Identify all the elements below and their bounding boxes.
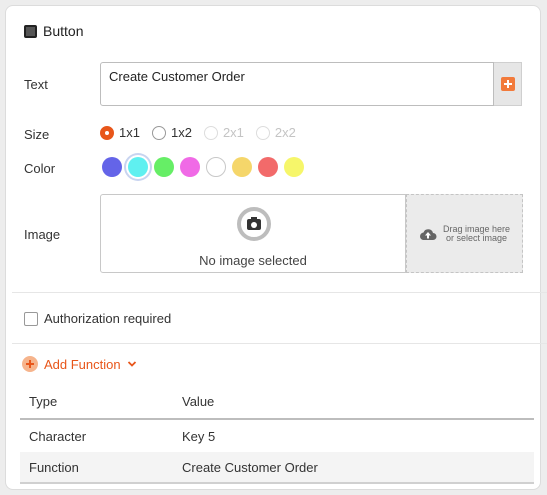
authorization-checkbox[interactable]: Authorization required: [24, 311, 171, 326]
color-swatch[interactable]: [102, 157, 122, 177]
size-option-1x1[interactable]: 1x1: [100, 125, 140, 140]
add-function-button[interactable]: Add Function: [22, 356, 137, 372]
image-label: Image: [24, 227, 61, 242]
text-label: Text: [24, 77, 48, 92]
radio-circle: [203, 125, 218, 140]
image-preview[interactable]: No image selected: [100, 194, 406, 273]
color-swatch[interactable]: [284, 157, 304, 177]
size-option-label: 1x2: [170, 125, 192, 140]
color-swatch[interactable]: [232, 157, 252, 177]
no-image-text: No image selected: [199, 253, 307, 268]
drop-zone-text: Drag image here or select image: [442, 223, 511, 243]
button-settings-panel: Button Text Create Customer Order Size 1…: [5, 5, 547, 490]
table-cell-type: Function: [29, 459, 79, 475]
function-table: Type Value Character Key 5 Function Crea…: [20, 385, 534, 484]
table-cell-value: Key 5: [182, 428, 216, 444]
size-option-label: 2x2: [274, 125, 296, 140]
table-header-row: Type Value: [20, 385, 534, 420]
table-cell-value: Create Customer Order: [182, 459, 318, 475]
text-field-value: Create Customer Order: [109, 69, 245, 84]
section-divider: [12, 292, 547, 293]
add-function-label: Add Function: [44, 356, 121, 372]
size-radio-group: 1x1 1x2 2x1 2x2: [100, 125, 296, 140]
size-option-2x1: 2x1: [203, 125, 244, 140]
table-row[interactable]: Character Key 5: [20, 420, 534, 452]
camera-icon: [237, 207, 271, 241]
size-label: Size: [24, 127, 50, 142]
column-header-value: Value: [182, 394, 215, 409]
add-circle-icon: [22, 356, 38, 372]
checkbox-box: [24, 311, 38, 326]
section-divider: [12, 343, 547, 344]
radio-circle: [151, 125, 166, 140]
cloud-upload-icon: [419, 228, 437, 240]
radio-circle: [255, 125, 270, 140]
color-swatch[interactable]: [180, 157, 200, 177]
radio-circle: [100, 125, 114, 140]
panel-title: Button: [43, 23, 84, 39]
table-cell-type: Character: [29, 428, 87, 444]
size-option-1x2[interactable]: 1x2: [151, 125, 192, 140]
table-row[interactable]: Function Create Customer Order: [20, 452, 534, 484]
authorization-label: Authorization required: [44, 311, 172, 326]
color-swatch[interactable]: [206, 157, 226, 177]
panel-header: Button: [24, 22, 83, 40]
size-option-label: 2x1: [222, 125, 244, 140]
button-icon: [24, 24, 37, 38]
color-swatch[interactable]: [258, 157, 278, 177]
color-swatch[interactable]: [154, 157, 174, 177]
insert-placeholder-button[interactable]: [494, 62, 522, 106]
color-swatch[interactable]: [128, 157, 148, 177]
size-option-2x2: 2x2: [255, 125, 296, 140]
image-drop-zone[interactable]: Drag image here or select image: [406, 194, 523, 273]
color-picker: [102, 157, 304, 177]
column-header-type: Type: [29, 394, 58, 409]
chevron-down-icon: [127, 361, 136, 367]
text-field[interactable]: Create Customer Order: [100, 62, 494, 106]
color-label: Color: [24, 161, 56, 176]
size-option-label: 1x1: [119, 125, 140, 140]
plus-icon: [500, 77, 515, 91]
